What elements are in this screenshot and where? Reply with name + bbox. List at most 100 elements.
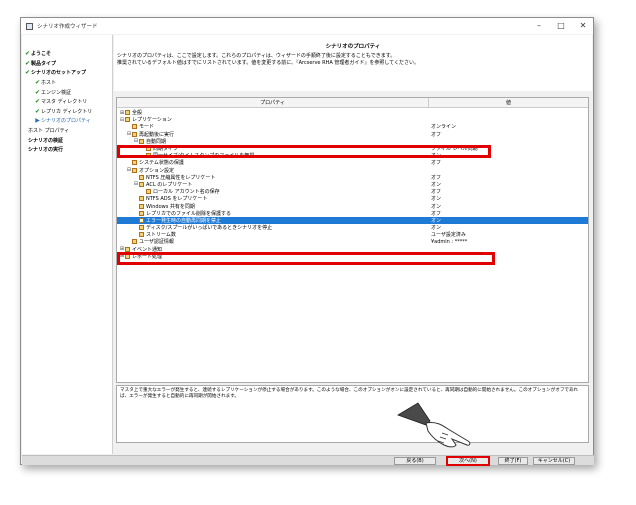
wizard-steps-sidebar: ✔ ようこそ ✔ 製品タイプ ✔ シナリオのセットアップ ✔ ホスト ✔ エンジン検証 ✔… <box>22 35 113 454</box>
grid-row[interactable]: Windows 共有を同期 オン <box>117 202 588 210</box>
property-cell: ディスク/スプールがいっぱいであるときシナリオを停止 <box>117 224 429 231</box>
cancel-button[interactable]: キャンセル(C) <box>533 457 575 465</box>
close-icon[interactable]: ✕ <box>577 21 589 31</box>
property-label: システム状態の保護 <box>139 160 184 167</box>
property-label: 再起動後に実行 <box>139 131 175 138</box>
grid-row[interactable]: ユーザ認証情報 ¥admin : ***** <box>117 238 588 245</box>
grid-row[interactable]: ⊞ 全般 <box>117 109 588 117</box>
property-label: エラー発生時の自動再同期を禁止 <box>146 217 222 224</box>
property-cell: ⊟ レプリケーション <box>117 116 429 124</box>
property-cell: エラー発生時の自動再同期を禁止 <box>117 217 429 224</box>
value-cell[interactable]: オフ <box>429 131 588 138</box>
minimize-icon[interactable]: – <box>533 21 545 31</box>
finish-button[interactable]: 終了(F) <box>498 457 528 465</box>
value-cell[interactable]: ユーザ設定済み <box>429 231 588 238</box>
value-cell[interactable]: オフ <box>429 174 588 181</box>
check-icon: ✔ <box>24 69 31 77</box>
window-title: シナリオ作成ウィザード <box>37 24 98 30</box>
property-icon <box>139 232 144 238</box>
property-icon <box>139 174 144 180</box>
header-band: シナリオのプロパティ シナリオのプロパティは、ここで設定します。これらのプロパテ… <box>114 35 592 91</box>
property-cell: ローカル アカウント名の保存 <box>117 188 429 195</box>
highlight-error-resync-row <box>117 252 495 265</box>
check-icon: ✔ <box>24 50 31 58</box>
property-icon <box>125 117 130 123</box>
column-header-value[interactable]: 値 <box>429 98 588 107</box>
page-title: シナリオのプロパティ <box>325 44 381 50</box>
grid-row[interactable]: NTFS ADS をレプリケート オン <box>117 195 588 202</box>
next-button[interactable]: 次へ(N) <box>446 456 490 466</box>
grid-row[interactable]: システム状態の保護 オフ <box>117 159 588 166</box>
grid-row[interactable]: ⊟ ACL のレプリケート オン <box>117 181 588 188</box>
property-label: レプリケーション <box>132 117 172 124</box>
value-cell[interactable]: オン <box>429 217 588 224</box>
property-label: レプリカでのファイル削除を保護する <box>146 210 232 217</box>
property-cell: ⊞ 全般 <box>117 109 429 117</box>
property-icon <box>139 181 144 187</box>
grid-row[interactable]: ⊟ レプリケーション <box>117 116 588 124</box>
property-cell: ユーザ認証情報 <box>117 238 429 245</box>
value-cell[interactable]: ¥admin : ***** <box>429 239 588 245</box>
property-label: Windows 共有を同期 <box>146 203 195 210</box>
check-icon: ✔ <box>34 88 41 96</box>
check-icon: ✔ <box>34 98 41 106</box>
grid-row[interactable]: ストリーム数 ユーザ設定済み <box>117 231 588 238</box>
property-icon <box>132 131 137 137</box>
property-cell: NTFS ADS をレプリケート <box>117 195 429 202</box>
value-cell[interactable]: オンライン <box>429 123 588 130</box>
grid-row[interactable]: ⊟ オプション設定 <box>117 167 588 174</box>
step-scenario-setup: ✔ シナリオのセットアップ <box>24 69 87 77</box>
property-description-panel: マスタ上で重大なエラーが発生すると、連続するレプリケーションが停止する場合があり… <box>116 385 589 443</box>
wizard-window: シナリオ作成ウィザード – □ ✕ ✔ ようこそ ✔ 製品タイプ ✔ シナリオのセット… <box>20 17 594 466</box>
step-scenario-verification: シナリオの検証 <box>28 137 64 144</box>
property-cell: モード <box>117 123 429 130</box>
grid-rows: ⊞ 全般 ⊟ レプリケーション モード オンライン ⊟ 再起動後に実行 オフ ⊟ 自動同期 同期タイプ… <box>117 109 588 260</box>
grid-row[interactable]: レプリカでのファイル削除を保護する オフ <box>117 210 588 217</box>
property-label: ACL のレプリケート <box>146 181 193 188</box>
property-icon <box>139 225 144 231</box>
value-cell[interactable]: オン <box>429 181 588 188</box>
property-icon <box>139 196 144 202</box>
maximize-icon[interactable]: □ <box>555 21 567 31</box>
page-description: シナリオのプロパティは、ここで設定します。これらのプロパティは、ウィザードの手順… <box>117 53 420 66</box>
property-icon <box>125 110 130 116</box>
check-icon: ✔ <box>34 79 41 87</box>
step-scenario-properties: ▶ シナリオのプロパティ <box>35 117 91 125</box>
grid-row[interactable]: NTFS 圧縮属性をレプリケート オフ <box>117 174 588 181</box>
grid-row[interactable]: ⊟ 自動同期 <box>117 138 588 145</box>
property-label: ストリーム数 <box>146 232 176 239</box>
column-header-property[interactable]: プロパティ <box>117 98 429 107</box>
property-label: ユーザ認証情報 <box>139 239 174 246</box>
step-product-type: ✔ 製品タイプ <box>24 59 57 67</box>
property-icon <box>132 239 137 245</box>
check-icon: ✔ <box>24 59 31 67</box>
back-button[interactable]: 戻る(B) <box>394 457 436 465</box>
current-step-arrow-icon: ▶ <box>35 117 40 125</box>
grid-row[interactable]: ディスク/スプールがいっぱいであるときシナリオを停止 オン <box>117 224 588 231</box>
highlight-restart-row <box>117 145 491 158</box>
grid-row[interactable]: エラー発生時の自動再同期を禁止 オン <box>117 216 588 224</box>
grid-row[interactable]: ⊟ 再起動後に実行 オフ <box>117 131 588 138</box>
value-cell[interactable]: オン <box>429 195 588 202</box>
property-icon <box>139 203 144 209</box>
value-cell[interactable]: オフ <box>429 159 588 166</box>
step-master-directory: ✔ マスタ ディレクトリ <box>34 98 88 106</box>
value-cell[interactable]: オフ <box>429 188 588 195</box>
property-icon <box>132 124 137 130</box>
step-engine-verification: ✔ エンジン検証 <box>34 88 72 96</box>
value-cell[interactable]: オン <box>429 224 588 231</box>
property-grid: プロパティ 値 ⊞ 全般 ⊟ レプリケーション モード オンライン ⊟ 再起動後に実行 オフ ⊟ 自… <box>116 97 589 383</box>
value-cell[interactable]: オン <box>429 203 588 210</box>
app-icon <box>26 22 33 30</box>
property-icon <box>139 138 144 144</box>
step-host-properties: ホスト プロパティ <box>28 128 70 135</box>
property-icon <box>139 210 144 216</box>
value-cell[interactable]: オフ <box>429 210 588 217</box>
grid-row[interactable]: モード オンライン <box>117 123 588 130</box>
main-panel: シナリオのプロパティ シナリオのプロパティは、ここで設定します。これらのプロパテ… <box>114 35 592 456</box>
property-label: NTFS ADS をレプリケート <box>146 196 208 203</box>
grid-row[interactable]: ローカル アカウント名の保存 オフ <box>117 188 588 195</box>
property-cell: ストリーム数 <box>117 231 429 238</box>
property-cell: ⊟ ACL のレプリケート <box>117 181 429 188</box>
wizard-footer: 戻る(B) 次へ(N) 終了(F) キャンセル(C) <box>22 455 594 466</box>
